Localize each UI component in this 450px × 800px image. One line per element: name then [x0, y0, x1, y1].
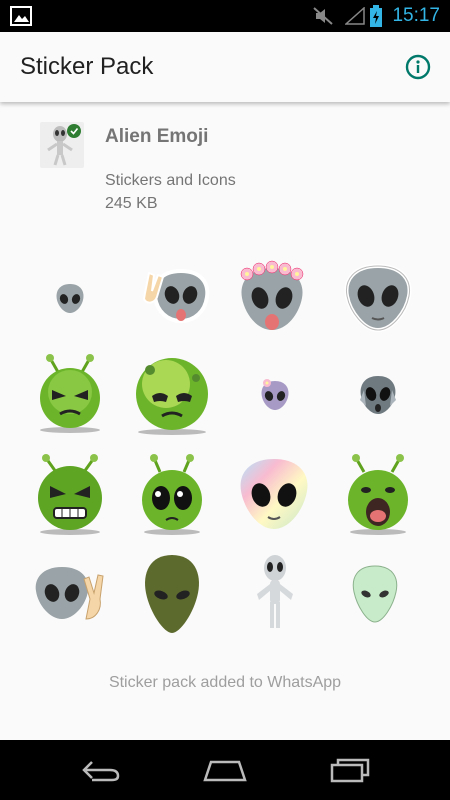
- home-button[interactable]: [195, 754, 255, 786]
- sticker-peace-gray-alien-tongue[interactable]: [125, 250, 225, 346]
- sticker-gray-alien-scream[interactable]: [328, 346, 428, 442]
- sticker-green-alien-sad[interactable]: [122, 346, 222, 442]
- battery-icon: [370, 5, 382, 27]
- sticker-standing-alien-figure[interactable]: [225, 546, 325, 642]
- sticker-olive-alien-head[interactable]: [122, 546, 222, 642]
- back-button[interactable]: [70, 754, 130, 786]
- sticker-grid: [0, 250, 450, 650]
- pack-name: Alien Emoji: [105, 126, 209, 147]
- status-bar: 15:17: [0, 0, 450, 32]
- back-icon: [82, 761, 120, 782]
- recents-icon: [330, 758, 370, 783]
- pack-publisher: Stickers and Icons: [105, 172, 236, 189]
- sticker-green-alien-teary[interactable]: [122, 446, 222, 542]
- sticker-mint-alien-head[interactable]: [325, 546, 425, 642]
- sticker-flower-crown-alien-tongue[interactable]: [222, 250, 322, 346]
- sticker-green-alien-shock[interactable]: [328, 446, 428, 542]
- info-icon[interactable]: [405, 54, 431, 80]
- clock: 15:17: [392, 5, 440, 26]
- sticker-gray-alien-outlined[interactable]: [328, 250, 428, 346]
- sticker-gray-alien-peace[interactable]: [20, 546, 120, 642]
- pack-tray-icon: [40, 122, 84, 168]
- app-bar: Sticker Pack: [0, 32, 450, 102]
- sticker-small-gray-alien[interactable]: [20, 250, 120, 346]
- navigation-bar: [0, 740, 450, 800]
- mute-icon: [313, 7, 333, 25]
- pack-size: 245 KB: [105, 195, 158, 212]
- page-title: Sticker Pack: [20, 53, 154, 80]
- sticker-green-alien-furious[interactable]: [20, 446, 120, 542]
- home-icon: [203, 760, 247, 782]
- pack-added-status: Sticker pack added to WhatsApp: [108, 674, 342, 691]
- recents-button[interactable]: [320, 754, 380, 786]
- gallery-icon: [10, 6, 32, 26]
- sticker-green-alien-angry[interactable]: [20, 346, 120, 442]
- sticker-rainbow-alien[interactable]: [224, 446, 324, 542]
- sticker-purple-alien-flower[interactable]: [225, 346, 325, 442]
- signal-icon: [345, 7, 365, 25]
